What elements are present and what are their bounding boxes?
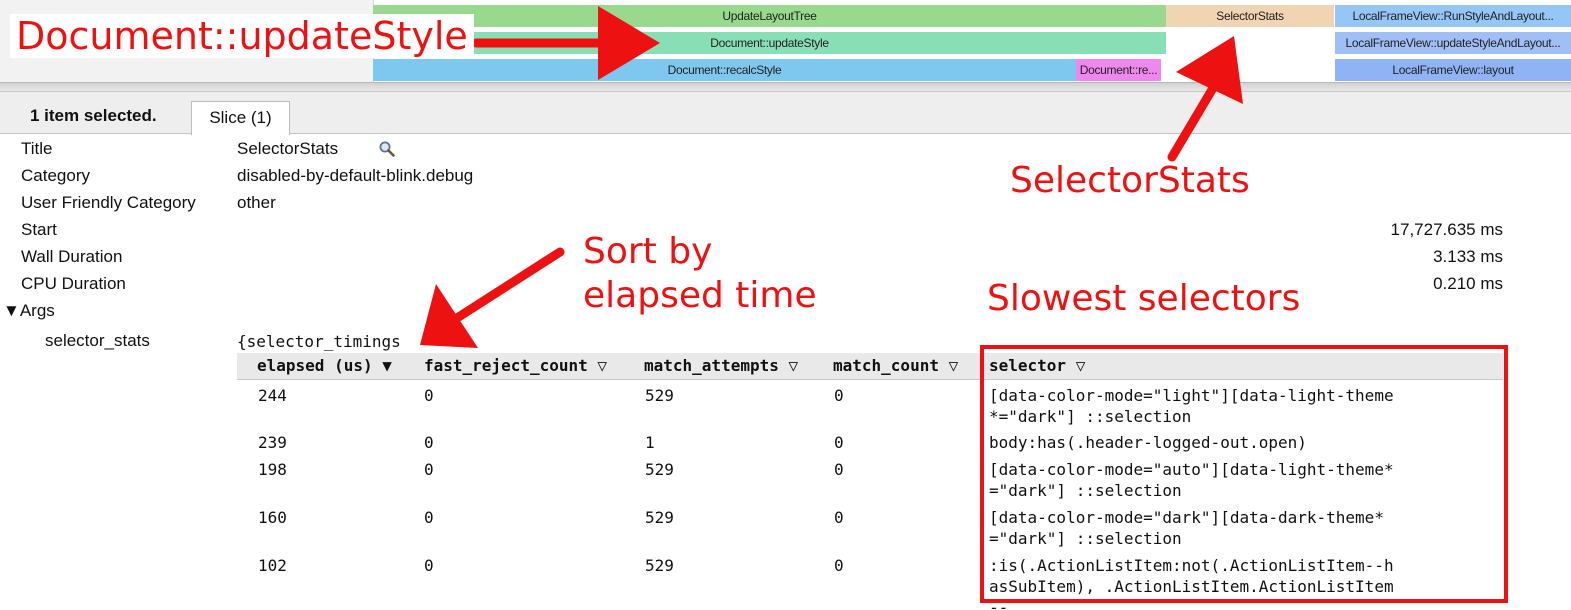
title-label: Title (21, 139, 53, 158)
cell-fast-reject: 0 (424, 556, 434, 575)
slice-document-recalc-style[interactable]: Document::recalcStyle (373, 59, 1076, 81)
cell-match-attempts: 529 (645, 556, 674, 575)
slice-document-update-style[interactable]: Document::updateStyle (373, 32, 1166, 54)
cell-elapsed: 198 (258, 460, 287, 479)
friendly-category-value: other (237, 193, 276, 212)
arrowhead-sort (420, 284, 478, 348)
cell-elapsed: 244 (258, 386, 287, 405)
search-icon[interactable] (378, 140, 396, 158)
json-prefix: {selector_timings (237, 332, 401, 351)
args-toggle[interactable]: ▼Args (3, 301, 55, 321)
slice-document-re[interactable]: Document::re... (1076, 59, 1161, 81)
cell-elapsed: 102 (258, 556, 287, 575)
cell-fast-reject: 0 (424, 460, 434, 479)
annotation-slowest-selectors: Slowest selectors (987, 278, 1301, 319)
cell-match-count: 0 (834, 460, 844, 479)
arrow-shaft-sort (452, 247, 565, 323)
cell-fast-reject: 0 (424, 433, 434, 452)
slowest-selectors-highlight-box (980, 345, 1508, 603)
tab-slice[interactable]: Slice (1) (191, 101, 290, 135)
cell-match-attempts: 529 (645, 386, 674, 405)
cell-match-attempts: 529 (645, 460, 674, 479)
selection-summary: 1 item selected. (30, 106, 157, 125)
wall-duration-label: Wall Duration (21, 247, 123, 266)
cell-elapsed: 239 (258, 433, 287, 452)
details-tabbar: 1 item selected. Slice (1) (0, 92, 1571, 135)
annotation-sort-line1: Sort by (583, 231, 713, 272)
header-match-count[interactable]: match_count ▽ (833, 356, 958, 375)
cell-fast-reject: 0 (424, 386, 434, 405)
header-elapsed[interactable]: elapsed (us) ▼ (257, 356, 392, 375)
cell-match-count: 0 (834, 556, 844, 575)
cpu-duration-value: 0.210 ms (1433, 274, 1503, 293)
header-fast-reject-count[interactable]: fast_reject_count ▽ (424, 356, 607, 375)
category-value: disabled-by-default-blink.debug (237, 166, 474, 185)
cell-match-count: 0 (834, 508, 844, 527)
annotation-selector-stats: SelectorStats (1010, 160, 1250, 201)
wall-duration-value: 3.133 ms (1433, 247, 1503, 266)
slice-update-layout-tree[interactable]: UpdateLayoutTree (373, 5, 1166, 27)
slice-selector-stats[interactable]: SelectorStats (1166, 5, 1334, 27)
cell-elapsed: 160 (258, 508, 287, 527)
cell-match-count: 0 (834, 433, 844, 452)
category-label: Category (21, 166, 90, 185)
slice-update-style-and-layout[interactable]: LocalFrameView::updateStyleAndLayout... (1335, 32, 1571, 54)
title-value: SelectorStats (237, 139, 339, 158)
cpu-duration-label: CPU Duration (21, 274, 126, 293)
start-value: 17,727.635 ms (1390, 220, 1503, 239)
selector-stats-label: selector_stats (45, 331, 150, 350)
header-match-attempts[interactable]: match_attempts ▽ (644, 356, 798, 375)
annotation-document-update-style: Document::updateStyle (10, 14, 474, 58)
start-label: Start (21, 220, 57, 239)
friendly-category-label: User Friendly Category (21, 193, 196, 212)
cell-match-attempts: 1 (645, 433, 655, 452)
cell-fast-reject: 0 (424, 508, 434, 527)
annotation-sort-line2: elapsed time (583, 275, 817, 316)
panel-resize-handle[interactable] (0, 82, 1571, 92)
slice-run-style-and-layout[interactable]: LocalFrameView::RunStyleAndLayout... (1335, 5, 1571, 27)
annotation-sort: Sort by elapsed time (583, 230, 817, 318)
slice-local-frame-view-layout[interactable]: LocalFrameView::layout (1335, 59, 1571, 81)
cell-match-attempts: 529 (645, 508, 674, 527)
cell-match-count: 0 (834, 386, 844, 405)
